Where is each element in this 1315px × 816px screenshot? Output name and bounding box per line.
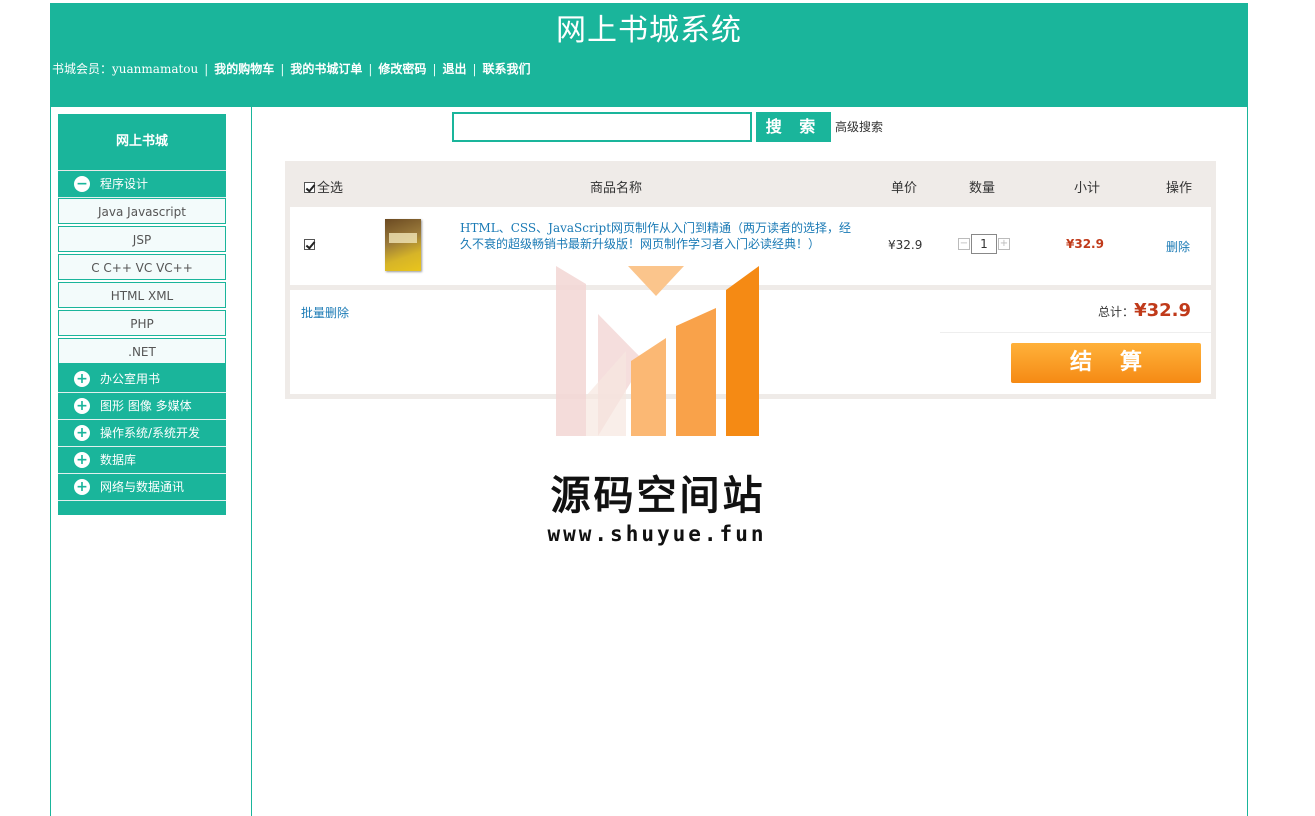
nav-separator: |: [432, 62, 437, 76]
decrement-button[interactable]: −: [958, 238, 970, 250]
batch-delete-link[interactable]: 批量删除: [301, 304, 349, 321]
header: 网上书城系统 书城会员：yuanmamatou | 我的购物车 | 我的书城订单 | 修改密…: [50, 3, 1248, 107]
sidebar: 网上书城 − 程序设计 Java Javascript JSP C C++ VC…: [58, 114, 226, 515]
cart-total: 总计：¥32.9: [1098, 300, 1191, 321]
category-label: 办公室用书: [100, 372, 161, 386]
select-all-checkbox[interactable]: [304, 182, 315, 193]
search-button[interactable]: 搜 索: [756, 112, 831, 142]
item-checkbox[interactable]: [304, 239, 315, 250]
cart-header-row: 全选 商品名称 单价 数量 小计 操作: [285, 161, 1216, 207]
member-label: 书城会员：: [52, 62, 113, 76]
item-title-link[interactable]: HTML、CSS、JavaScript网页制作从入门到精通（两万读者的选择，经久…: [460, 220, 860, 252]
category-label: 程序设计: [100, 177, 149, 191]
nav-separator: |: [204, 62, 209, 76]
header-unit-price: 单价: [891, 181, 918, 196]
quantity-input[interactable]: 1: [971, 234, 997, 254]
category-os[interactable]: + 操作系统/系统开发: [58, 420, 226, 447]
nav-separator: |: [280, 62, 285, 76]
minus-circle-icon: −: [74, 176, 90, 192]
item-subtotal: ¥32.9: [1066, 237, 1104, 251]
header-subtotal: 小计: [1074, 181, 1101, 196]
search-input[interactable]: [452, 112, 752, 142]
category-graphics[interactable]: + 图形 图像 多媒体: [58, 393, 226, 420]
total-label: 总计：: [1098, 305, 1135, 319]
nav-separator: |: [472, 62, 477, 76]
category-label: 网络与数据通讯: [100, 480, 185, 494]
subcategory-php[interactable]: PHP: [58, 310, 226, 336]
watermark-logo-icon: [556, 266, 759, 436]
subcategory-c-cpp[interactable]: C C++ VC VC++: [58, 254, 226, 280]
header-action: 操作: [1166, 181, 1193, 196]
category-label: 操作系统/系统开发: [100, 426, 201, 440]
sidebar-divider: [251, 107, 252, 816]
watermark-url: www.shuyue.fun: [547, 522, 767, 546]
nav-logout-link[interactable]: 退出: [442, 60, 466, 77]
subcategory-list: Java Javascript JSP C C++ VC VC++ HTML X…: [58, 198, 226, 364]
category-label: 图形 图像 多媒体: [100, 399, 192, 413]
plus-circle-icon: +: [74, 425, 90, 441]
subcategory-jsp[interactable]: JSP: [58, 226, 226, 252]
nav-contact-link[interactable]: 联系我们: [483, 60, 531, 77]
subcategory-html-xml[interactable]: HTML XML: [58, 282, 226, 308]
header-quantity: 数量: [969, 181, 996, 196]
total-amount: ¥32.9: [1134, 300, 1191, 321]
plus-circle-icon: +: [74, 371, 90, 387]
nav-cart-link[interactable]: 我的购物车: [214, 60, 274, 77]
increment-button[interactable]: +: [998, 238, 1010, 250]
checkout-button[interactable]: 结算: [1011, 343, 1201, 383]
nav-separator: |: [368, 62, 373, 76]
watermark-name: 源码空间站: [550, 473, 766, 519]
category-database[interactable]: + 数据库: [58, 447, 226, 474]
delete-item-link[interactable]: 删除: [1166, 238, 1190, 255]
quantity-stepper: −1 +: [958, 234, 1010, 254]
header-product-name: 商品名称: [590, 181, 643, 196]
nav-change-password-link[interactable]: 修改密码: [378, 60, 426, 77]
category-office[interactable]: + 办公室用书: [58, 366, 226, 393]
subcategory-dotnet[interactable]: .NET: [58, 338, 226, 364]
subcategory-java-javascript[interactable]: Java Javascript: [58, 198, 226, 224]
category-label: 数据库: [100, 453, 137, 467]
book-cover-image[interactable]: [385, 219, 421, 271]
select-all[interactable]: 全选: [304, 177, 343, 196]
plus-circle-icon: +: [74, 479, 90, 495]
username: yuanmamatou: [112, 62, 199, 76]
plus-circle-icon: +: [74, 398, 90, 414]
footer-divider: [940, 332, 1211, 333]
category-programming[interactable]: − 程序设计: [58, 171, 226, 198]
site-title: 网上书城系统: [556, 13, 742, 48]
sidebar-title: 网上书城: [58, 114, 226, 171]
advanced-search-link[interactable]: 高级搜索: [835, 118, 883, 135]
category-network[interactable]: + 网络与数据通讯: [58, 474, 226, 501]
top-nav: 书城会员：yuanmamatou | 我的购物车 | 我的书城订单 | 修改密码 | 退出 | 联系…: [52, 60, 531, 77]
item-unit-price: ¥32.9: [888, 238, 923, 252]
nav-orders-link[interactable]: 我的书城订单: [290, 60, 362, 77]
plus-circle-icon: +: [74, 452, 90, 468]
select-all-label: 全选: [317, 181, 344, 196]
